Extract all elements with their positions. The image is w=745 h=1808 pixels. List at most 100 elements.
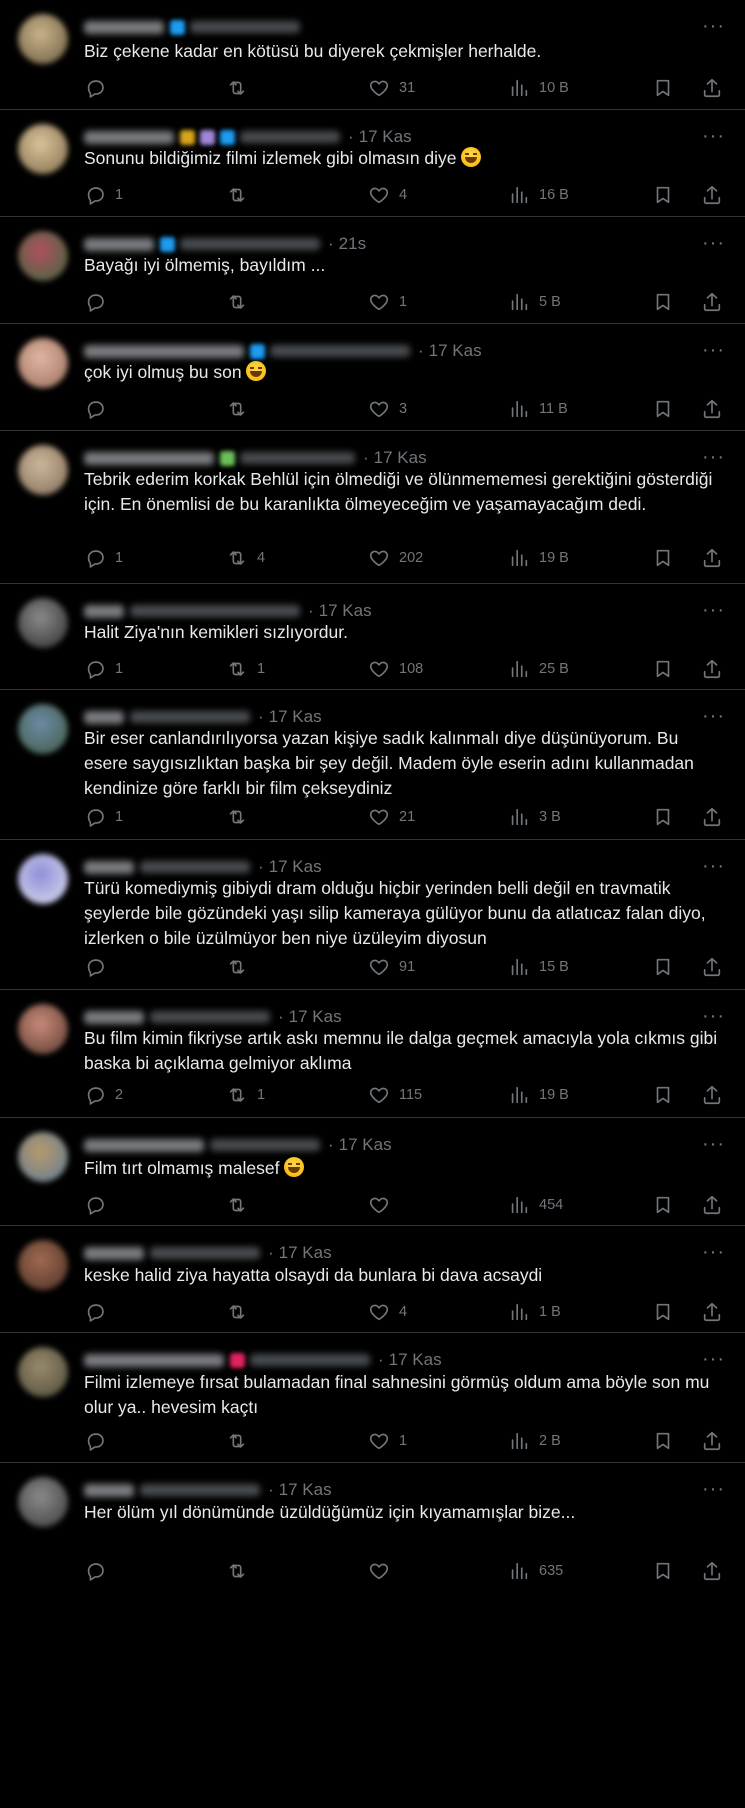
reply-item[interactable]: · 17 Kas ··· keske halid ziya hayatta olsay… xyxy=(0,1226,745,1333)
reply-item[interactable]: · 17 Kas ··· Halit Ziya'nın kemikleri sızlı… xyxy=(0,584,745,690)
reply-button[interactable] xyxy=(84,290,115,314)
views-button[interactable]: 19 B xyxy=(508,546,569,570)
retweet-button[interactable]: 1 xyxy=(226,657,265,681)
share-button[interactable] xyxy=(701,397,723,421)
timestamp[interactable]: 17 Kas xyxy=(269,707,322,727)
more-icon[interactable]: ··· xyxy=(702,446,725,469)
reply-button[interactable]: 2 xyxy=(84,1083,123,1107)
reply-item[interactable]: · 17 Kas ··· çok iyi olmuş bu son 3 11 B xyxy=(0,324,745,431)
reply-button[interactable] xyxy=(84,1429,115,1453)
reply-item[interactable]: · 17 Kas ··· Türü komediymiş gibiydi dram o… xyxy=(0,840,745,990)
reply-item[interactable]: · 17 Kas ··· Tebrik ederim korkak Behlül iç… xyxy=(0,431,745,584)
display-name[interactable] xyxy=(84,20,164,34)
avatar[interactable] xyxy=(18,1477,68,1527)
timestamp[interactable]: 17 Kas xyxy=(339,1135,392,1155)
share-button[interactable] xyxy=(701,805,723,829)
bookmark-button[interactable] xyxy=(652,546,674,570)
display-name[interactable] xyxy=(84,1353,224,1367)
reply-item[interactable]: · 17 Kas ··· Filmi izlemeye fırsat bulamada… xyxy=(0,1333,745,1463)
more-icon[interactable]: ··· xyxy=(702,15,725,38)
retweet-button[interactable] xyxy=(226,397,257,421)
retweet-button[interactable] xyxy=(226,1300,257,1324)
retweet-button[interactable] xyxy=(226,805,257,829)
more-icon[interactable]: ··· xyxy=(702,1005,725,1028)
share-button[interactable] xyxy=(701,1193,723,1217)
more-icon[interactable]: ··· xyxy=(702,855,725,878)
avatar[interactable] xyxy=(18,1132,68,1182)
reply-button[interactable] xyxy=(84,76,115,100)
views-button[interactable]: 19 B xyxy=(508,1083,569,1107)
views-button[interactable]: 2 B xyxy=(508,1429,561,1453)
more-icon[interactable]: ··· xyxy=(702,339,725,362)
like-button[interactable] xyxy=(368,1193,399,1217)
avatar[interactable] xyxy=(18,445,68,495)
like-button[interactable]: 3 xyxy=(368,397,407,421)
reply-item[interactable]: · 17 Kas ··· Sonunu bildiğimiz filmi izleme… xyxy=(0,110,745,217)
share-button[interactable] xyxy=(701,1429,723,1453)
views-button[interactable]: 25 B xyxy=(508,657,569,681)
share-button[interactable] xyxy=(701,183,723,207)
views-button[interactable]: 635 xyxy=(508,1559,563,1583)
timestamp[interactable]: 17 Kas xyxy=(429,341,482,361)
user-handle[interactable] xyxy=(130,605,300,617)
timestamp[interactable]: 17 Kas xyxy=(359,127,412,147)
retweet-button[interactable] xyxy=(226,1559,257,1583)
views-button[interactable]: 5 B xyxy=(508,290,561,314)
like-button[interactable]: 4 xyxy=(368,183,407,207)
like-button[interactable]: 108 xyxy=(368,657,423,681)
user-handle[interactable] xyxy=(140,1484,260,1496)
share-button[interactable] xyxy=(701,1559,723,1583)
avatar[interactable] xyxy=(18,1347,68,1397)
user-handle[interactable] xyxy=(240,131,340,143)
more-icon[interactable]: ··· xyxy=(702,1133,725,1156)
avatar[interactable] xyxy=(18,1240,68,1290)
user-handle[interactable] xyxy=(130,711,250,723)
reply-item[interactable]: · 17 Kas ··· Bir eser canlandırılıyorsa yaz… xyxy=(0,690,745,840)
bookmark-button[interactable] xyxy=(652,397,674,421)
timestamp[interactable]: 17 Kas xyxy=(289,1007,342,1027)
bookmark-button[interactable] xyxy=(652,1193,674,1217)
share-button[interactable] xyxy=(701,76,723,100)
share-button[interactable] xyxy=(701,546,723,570)
retweet-button[interactable] xyxy=(226,290,257,314)
views-button[interactable]: 10 B xyxy=(508,76,569,100)
avatar[interactable] xyxy=(18,704,68,754)
retweet-button[interactable] xyxy=(226,1193,257,1217)
avatar[interactable] xyxy=(18,14,68,64)
retweet-button[interactable] xyxy=(226,76,257,100)
user-handle[interactable] xyxy=(140,861,250,873)
user-handle[interactable] xyxy=(150,1011,270,1023)
reply-button[interactable]: 1 xyxy=(84,546,123,570)
reply-item[interactable]: · 17 Kas ··· Her ölüm yıl dönümünde üzüldüğ… xyxy=(0,1463,745,1808)
retweet-button[interactable] xyxy=(226,183,257,207)
reply-button[interactable]: 1 xyxy=(84,657,123,681)
more-icon[interactable]: ··· xyxy=(702,1478,725,1501)
reply-item[interactable]: · 21s ··· Bayağı iyi ölmemiş, bayıldım ... 1… xyxy=(0,217,745,324)
bookmark-button[interactable] xyxy=(652,1300,674,1324)
reply-button[interactable] xyxy=(84,397,115,421)
retweet-button[interactable] xyxy=(226,955,257,979)
user-handle[interactable] xyxy=(250,1354,370,1366)
user-handle[interactable] xyxy=(270,345,410,357)
display-name[interactable] xyxy=(84,451,214,465)
share-button[interactable] xyxy=(701,1083,723,1107)
views-button[interactable]: 16 B xyxy=(508,183,569,207)
views-button[interactable]: 11 B xyxy=(508,397,568,421)
like-button[interactable] xyxy=(368,1559,399,1583)
more-icon[interactable]: ··· xyxy=(702,599,725,622)
avatar[interactable] xyxy=(18,231,68,281)
user-handle[interactable] xyxy=(150,1247,260,1259)
bookmark-button[interactable] xyxy=(652,1429,674,1453)
more-icon[interactable]: ··· xyxy=(702,1241,725,1264)
timestamp[interactable]: 17 Kas xyxy=(279,1243,332,1263)
user-handle[interactable] xyxy=(210,1139,320,1151)
display-name[interactable] xyxy=(84,1010,144,1024)
timestamp[interactable]: 17 Kas xyxy=(269,857,322,877)
like-button[interactable]: 115 xyxy=(368,1083,422,1107)
views-button[interactable]: 454 xyxy=(508,1193,563,1217)
like-button[interactable]: 4 xyxy=(368,1300,407,1324)
views-button[interactable]: 1 B xyxy=(508,1300,561,1324)
share-button[interactable] xyxy=(701,290,723,314)
bookmark-button[interactable] xyxy=(652,955,674,979)
bookmark-button[interactable] xyxy=(652,290,674,314)
